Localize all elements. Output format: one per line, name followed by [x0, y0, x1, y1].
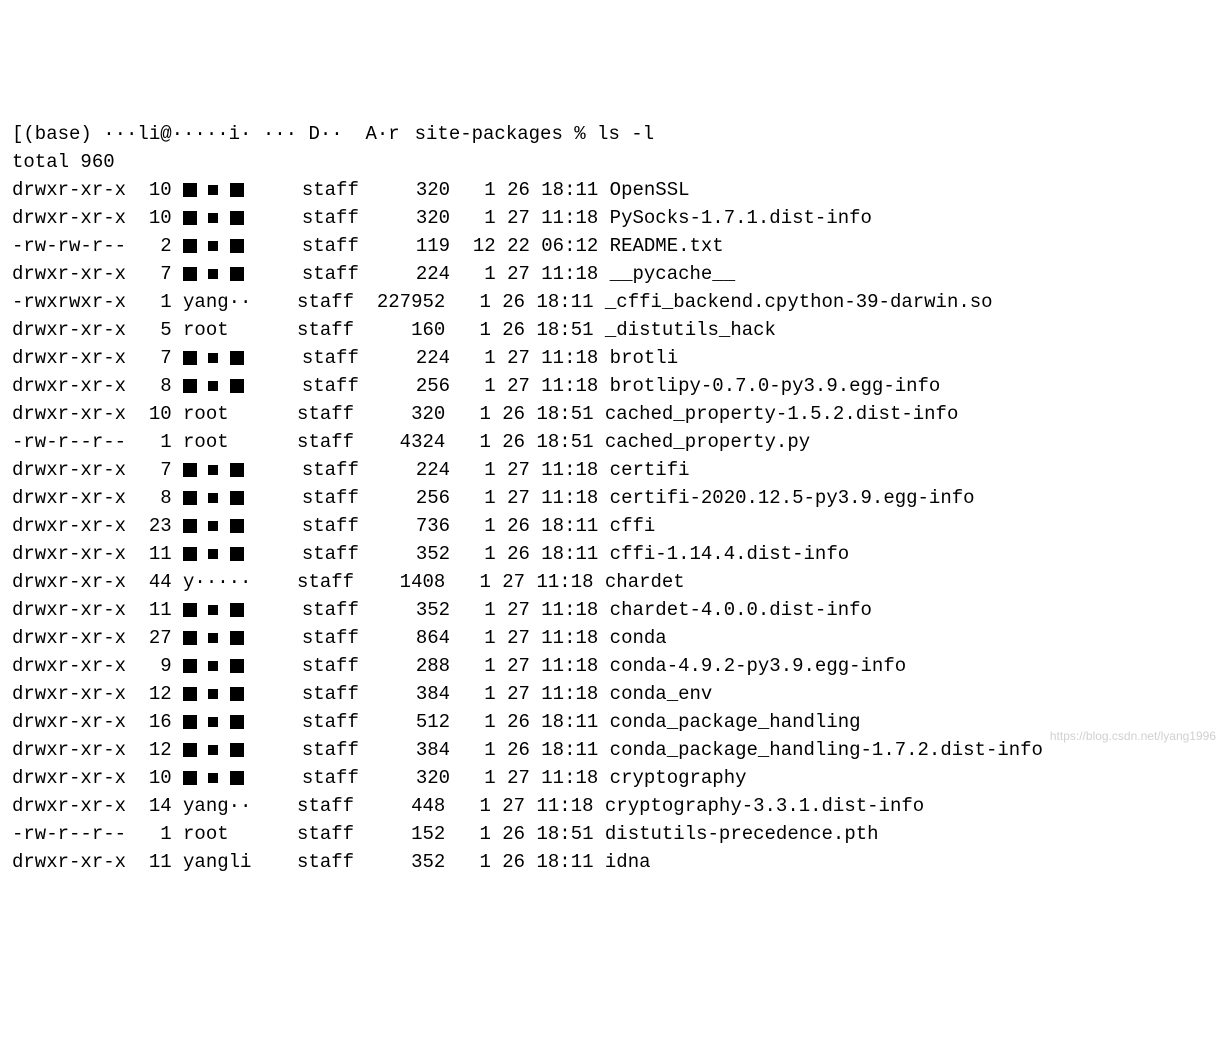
watermark-text: https://blog.csdn.net/lyang1996 [1050, 722, 1216, 750]
terminal-output[interactable]: [(base) ···li@·····i· ··· D·· A·r site-p… [12, 120, 1226, 876]
